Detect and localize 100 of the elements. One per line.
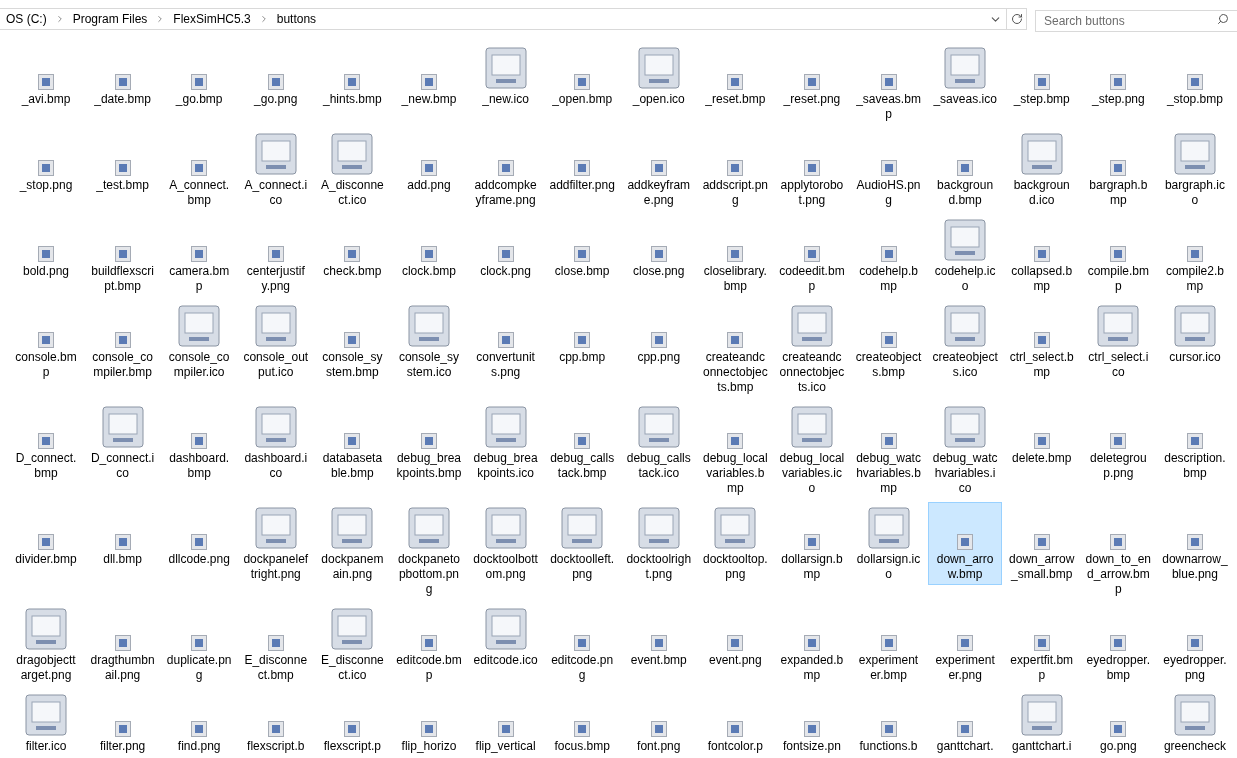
file-item[interactable]: camera.bmp [162,214,237,297]
file-item[interactable]: delete.bmp [1004,401,1079,469]
file-item[interactable]: console_compiler.ico [162,300,237,383]
file-item[interactable]: expertfit.bmp [1004,603,1079,686]
file-item[interactable]: D_connect.ico [85,401,160,484]
file-item[interactable]: debug_watchvariables.ico [928,401,1003,499]
file-item[interactable]: event.png [698,603,773,671]
file-item[interactable]: ctrl_select.bmp [1004,300,1079,383]
breadcrumb-item[interactable]: OS (C:) [4,10,49,28]
file-item[interactable]: console_output.ico [238,300,313,383]
file-item[interactable]: dollarsign.ico [851,502,926,585]
file-item[interactable]: dragthumbnail.png [85,603,160,686]
file-item[interactable]: functions.b [851,689,926,757]
file-item[interactable]: duplicate.png [162,603,237,686]
file-item[interactable]: dll.bmp [85,502,160,570]
file-item[interactable]: down_arrow.bmp [928,502,1003,585]
file-item[interactable]: dockpanemain.png [315,502,390,585]
file-item[interactable]: _new.bmp [391,42,466,110]
file-item[interactable]: down_arrow_small.bmp [1004,502,1079,585]
file-item[interactable]: docktoolleft.png [545,502,620,585]
file-item[interactable]: editcode.ico [468,603,543,671]
file-item[interactable]: go.png [1081,689,1156,757]
breadcrumb-item[interactable]: FlexSimHC5.3 [171,10,253,28]
file-item[interactable]: ctrl_select.ico [1081,300,1156,383]
file-item[interactable]: editcode.bmp [391,603,466,686]
file-item[interactable]: bargraph.bmp [1081,128,1156,211]
file-item[interactable]: _hints.bmp [315,42,390,110]
file-item[interactable]: D_connect.bmp [9,401,83,484]
file-item[interactable]: debug_watchvariables.bmp [851,401,926,499]
file-item[interactable]: codehelp.bmp [851,214,926,297]
file-item[interactable]: dockpanetopbottom.png [391,502,466,600]
file-item[interactable]: AudioHS.png [851,128,926,211]
file-item[interactable]: console.bmp [9,300,83,383]
file-item[interactable]: _step.png [1081,42,1156,110]
file-item[interactable]: addfilter.png [545,128,620,196]
file-item[interactable]: dllcode.png [162,502,237,570]
file-item[interactable]: _test.bmp [85,128,160,196]
file-item[interactable]: ganttchart.i [1004,689,1079,757]
file-item[interactable]: collapsed.bmp [1004,214,1079,297]
file-item[interactable]: docktooltop.png [698,502,773,585]
file-item[interactable]: createandconnectobjects.bmp [698,300,773,398]
file-item[interactable]: _saveas.bmp [851,42,926,125]
file-item[interactable]: _reset.png [774,42,849,110]
file-item[interactable]: add.png [391,128,466,196]
file-item[interactable]: check.bmp [315,214,390,282]
file-item[interactable]: ganttchart. [928,689,1003,757]
file-item[interactable]: E_disconnect.bmp [238,603,313,686]
file-item[interactable]: _saveas.ico [928,42,1003,110]
file-item[interactable]: dragobjecttarget.png [9,603,83,686]
file-item[interactable]: debug_localvariables.bmp [698,401,773,499]
file-item[interactable]: downarrow_blue.png [1157,502,1232,585]
file-item[interactable]: expanded.bmp [774,603,849,686]
file-item[interactable]: divider.bmp [9,502,83,570]
file-item[interactable]: closelibrary.bmp [698,214,773,297]
file-item[interactable]: _open.bmp [545,42,620,110]
breadcrumb-item[interactable]: buttons [274,10,319,28]
file-item[interactable]: font.png [621,689,696,757]
address-bar[interactable]: OS (C:) Program Files FlexSimHC5.3 buttons [0,8,1027,30]
file-item[interactable]: filter.ico [9,689,83,757]
file-item[interactable]: _date.bmp [85,42,160,110]
file-item[interactable]: cursor.ico [1157,300,1232,368]
file-item[interactable]: _go.png [238,42,313,110]
file-item[interactable]: databasetable.bmp [315,401,390,484]
file-item[interactable]: editcode.png [545,603,620,686]
file-item[interactable]: dashboard.ico [238,401,313,484]
file-item[interactable]: clock.bmp [391,214,466,282]
file-item[interactable]: centerjustify.png [238,214,313,297]
file-item[interactable]: docktoolbottom.png [468,502,543,585]
file-item[interactable]: debug_callstack.bmp [545,401,620,484]
file-item[interactable]: convertunits.png [468,300,543,383]
file-item[interactable]: flip_horizo [391,689,466,757]
file-item[interactable]: background.bmp [928,128,1003,211]
file-item[interactable]: _go.bmp [162,42,237,110]
file-item[interactable]: debug_callstack.ico [621,401,696,484]
file-item[interactable]: debug_breakpoints.bmp [391,401,466,484]
file-item[interactable]: dashboard.bmp [162,401,237,484]
file-item[interactable]: eyedropper.png [1157,603,1232,686]
file-item[interactable]: dockpaneleftright.png [238,502,313,585]
file-item[interactable]: _open.ico [621,42,696,110]
file-item[interactable]: close.png [621,214,696,282]
file-item[interactable]: event.bmp [621,603,696,671]
file-item[interactable]: filter.png [85,689,160,757]
file-item[interactable]: addscript.png [698,128,773,211]
file-item[interactable]: flexscript.p [315,689,390,757]
file-item[interactable]: _step.bmp [1004,42,1079,110]
file-item[interactable]: addkeyframe.png [621,128,696,211]
file-item[interactable]: addcompkeyframe.png [468,128,543,211]
file-item[interactable]: compile.bmp [1081,214,1156,297]
file-item[interactable]: dollarsign.bmp [774,502,849,585]
file-item[interactable]: eyedropper.bmp [1081,603,1156,686]
file-item[interactable]: A_connect.ico [238,128,313,211]
file-item[interactable]: createobjects.bmp [851,300,926,383]
file-item[interactable]: fontcolor.p [698,689,773,757]
file-item[interactable]: debug_localvariables.ico [774,401,849,499]
file-item[interactable]: bold.png [9,214,83,282]
file-item[interactable]: flip_vertical [468,689,543,757]
file-item[interactable]: _stop.bmp [1157,42,1232,110]
file-item[interactable]: bargraph.ico [1157,128,1232,211]
file-item[interactable]: createandconnectobjects.ico [774,300,849,398]
file-item[interactable]: docktoolright.png [621,502,696,585]
